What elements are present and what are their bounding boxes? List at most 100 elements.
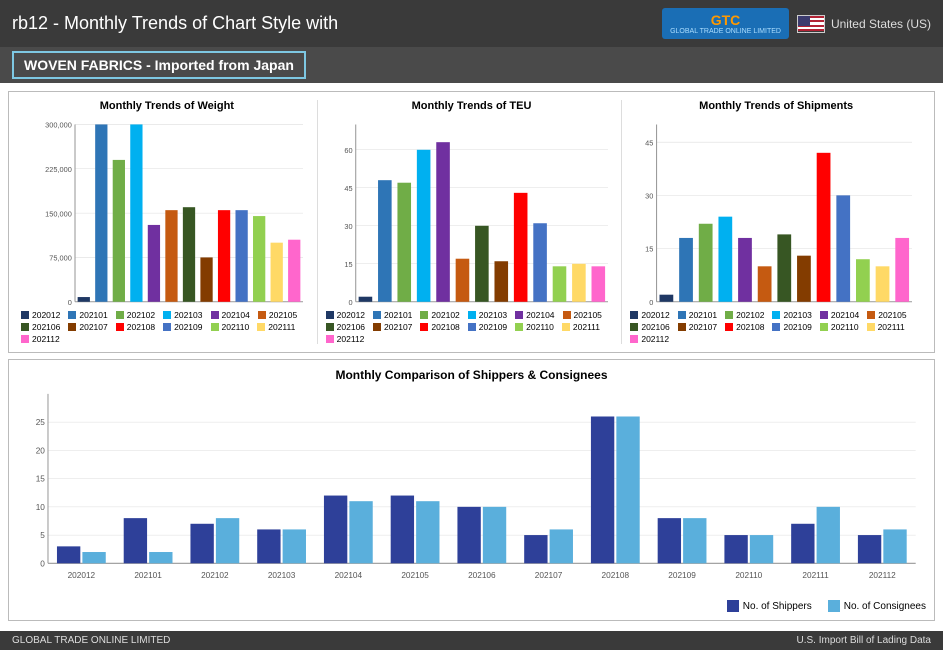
svg-text:202101: 202101 bbox=[134, 571, 162, 580]
legend-item: 202102 bbox=[725, 310, 764, 320]
weight-chart-title: Monthly Trends of Weight bbox=[100, 100, 234, 112]
shippers-legend-label: No. of Shippers bbox=[743, 601, 812, 612]
legend-period: 202103 bbox=[174, 310, 202, 320]
consignees-legend-dot bbox=[828, 600, 840, 612]
legend-period: 202108 bbox=[431, 322, 459, 332]
legend-color bbox=[211, 323, 219, 331]
legend-item: 202104 bbox=[211, 310, 250, 320]
legend-item: 202110 bbox=[515, 322, 554, 332]
legend-item: 202101 bbox=[68, 310, 107, 320]
legend-item: 202105 bbox=[867, 310, 906, 320]
legend-period: 202106 bbox=[641, 322, 669, 332]
legend-period: 202112 bbox=[337, 334, 365, 344]
legend-period: 202107 bbox=[689, 322, 717, 332]
legend-period: 202107 bbox=[384, 322, 412, 332]
weight-chart-svg: 075,000150,000225,000300,000 bbox=[21, 116, 313, 306]
legend-color bbox=[867, 323, 875, 331]
svg-text:0: 0 bbox=[650, 298, 654, 306]
svg-text:202106: 202106 bbox=[468, 571, 496, 580]
legend-color bbox=[820, 323, 828, 331]
svg-text:15: 15 bbox=[36, 475, 46, 484]
subtitle-bar: WOVEN FABRICS - Imported from Japan bbox=[0, 47, 943, 83]
legend-item: 202107 bbox=[678, 322, 717, 332]
shippers-legend-dot bbox=[727, 600, 739, 612]
svg-text:60: 60 bbox=[344, 146, 352, 155]
legend-color bbox=[678, 311, 686, 319]
svg-text:15: 15 bbox=[344, 260, 352, 269]
country-label: United States (US) bbox=[831, 17, 931, 31]
legend-period: 202106 bbox=[337, 322, 365, 332]
legend-item: 202109 bbox=[468, 322, 507, 332]
us-flag bbox=[797, 15, 825, 33]
svg-text:202105: 202105 bbox=[401, 571, 429, 580]
legend-period: 202105 bbox=[574, 310, 602, 320]
legend-period: 202108 bbox=[736, 322, 764, 332]
legend-item: 202109 bbox=[772, 322, 811, 332]
shipments-chart-wrapper: 0153045 bbox=[630, 116, 922, 306]
charts-area: Monthly Trends of Weight 075,000150,0002… bbox=[0, 83, 943, 629]
svg-text:202107: 202107 bbox=[535, 571, 563, 580]
legend-color bbox=[772, 323, 780, 331]
country-flag-box: United States (US) bbox=[797, 15, 931, 33]
weight-chart-panel: Monthly Trends of Weight 075,000150,0002… bbox=[17, 100, 318, 344]
legend-item: 202102 bbox=[420, 310, 459, 320]
bottom-chart-svg: 0510152025202012202101202102202103202104… bbox=[17, 386, 926, 596]
legend-item: 202102 bbox=[116, 310, 155, 320]
legend-period: 202109 bbox=[174, 322, 202, 332]
legend-item: 202103 bbox=[163, 310, 202, 320]
legend-period: 202101 bbox=[689, 310, 717, 320]
svg-text:202102: 202102 bbox=[201, 571, 229, 580]
legend-item: 202107 bbox=[68, 322, 107, 332]
legend-item: 202104 bbox=[820, 310, 859, 320]
svg-text:30: 30 bbox=[344, 222, 352, 231]
legend-item: 202105 bbox=[258, 310, 297, 320]
legend-color bbox=[326, 335, 334, 343]
legend-item: 202012 bbox=[21, 310, 60, 320]
legend-item: 202104 bbox=[515, 310, 554, 320]
svg-text:225,000: 225,000 bbox=[45, 165, 72, 174]
legend-period: 202105 bbox=[878, 310, 906, 320]
legend-item: 202111 bbox=[867, 322, 905, 332]
legend-item: 202108 bbox=[420, 322, 459, 332]
legend-item: 202111 bbox=[257, 322, 295, 332]
legend-color bbox=[258, 311, 266, 319]
header: rb12 - Monthly Trends of Chart Style wit… bbox=[0, 0, 943, 47]
legend-item: 202112 bbox=[326, 334, 365, 344]
svg-text:202111: 202111 bbox=[802, 571, 829, 580]
legend-color bbox=[21, 335, 29, 343]
legend-period: 202102 bbox=[736, 310, 764, 320]
subtitle-label: WOVEN FABRICS - Imported from Japan bbox=[12, 51, 306, 79]
shipments-chart-panel: Monthly Trends of Shipments 0153045 2020… bbox=[626, 100, 926, 344]
legend-color bbox=[772, 311, 780, 319]
svg-text:202103: 202103 bbox=[268, 571, 296, 580]
legend-period: 202104 bbox=[222, 310, 250, 320]
legend-color bbox=[68, 323, 76, 331]
weight-legend: 202012 202101 202102 202103 202104 20210… bbox=[21, 310, 313, 344]
legend-period: 202110 bbox=[526, 322, 554, 332]
legend-period: 202103 bbox=[783, 310, 811, 320]
svg-text:75,000: 75,000 bbox=[49, 254, 72, 263]
legend-color bbox=[563, 311, 571, 319]
legend-item: 202101 bbox=[373, 310, 412, 320]
legend-color bbox=[630, 323, 638, 331]
legend-color bbox=[468, 311, 476, 319]
legend-color bbox=[373, 323, 381, 331]
header-right: GTC GLOBAL TRADE ONLINE LIMITED United S… bbox=[662, 8, 931, 39]
legend-color bbox=[420, 311, 428, 319]
legend-period: 202101 bbox=[79, 310, 107, 320]
legend-item: 202111 bbox=[562, 322, 600, 332]
legend-color bbox=[420, 323, 428, 331]
legend-period: 202012 bbox=[641, 310, 669, 320]
page-title: rb12 - Monthly Trends of Chart Style wit… bbox=[12, 13, 338, 34]
legend-color bbox=[820, 311, 828, 319]
legend-period: 202012 bbox=[337, 310, 365, 320]
svg-text:202104: 202104 bbox=[335, 571, 363, 580]
legend-color bbox=[468, 323, 476, 331]
legend-period: 202110 bbox=[831, 322, 859, 332]
svg-text:202012: 202012 bbox=[68, 571, 96, 580]
shipments-chart-title: Monthly Trends of Shipments bbox=[699, 100, 853, 112]
bottom-chart-wrapper: 0510152025202012202101202102202103202104… bbox=[17, 386, 926, 596]
legend-color bbox=[678, 323, 686, 331]
teu-chart-svg: 015304560 bbox=[326, 116, 618, 306]
legend-color bbox=[163, 323, 171, 331]
